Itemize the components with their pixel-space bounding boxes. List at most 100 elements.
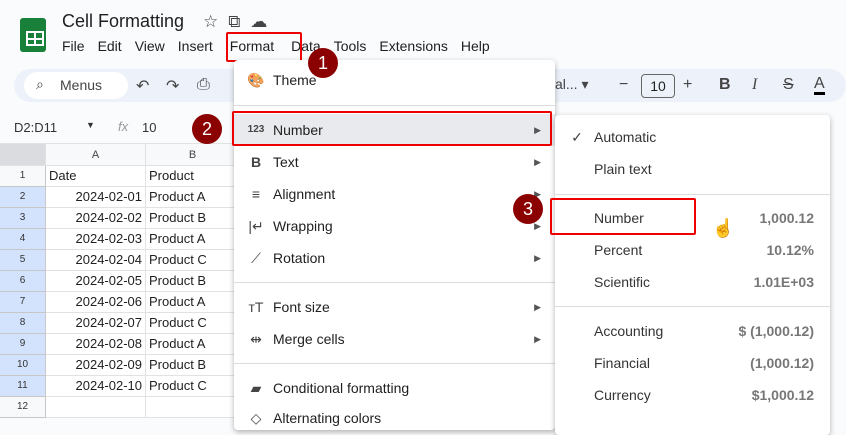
number-highlight [232,111,552,146]
format-example: (1,000.12) [750,355,814,371]
format-menu-item[interactable]: ⟋ Rotation ▶ [234,242,555,274]
format-menu-item[interactable]: |↵ Wrapping ▶ [234,210,555,242]
row-header[interactable]: 2 [0,187,46,208]
row-header[interactable]: 3 [0,208,46,229]
font-size-input[interactable]: 10 [641,74,675,98]
menu-file[interactable]: File [62,38,85,54]
cell-product[interactable]: Product A [146,334,240,355]
cell-product[interactable]: Product B [146,271,240,292]
row-header[interactable]: 9 [0,334,46,355]
menu-item-label: Alternating colors [273,410,382,426]
undo-icon[interactable]: ↶ [136,76,149,96]
cell-date[interactable]: 2024-02-04 [46,250,146,271]
table-row: 5 2024-02-04 Product C [0,250,240,271]
format-menu-item[interactable]: ⇹ Merge cells ▶ [234,323,555,355]
step-badge-3: 3 [513,194,543,224]
cell-date[interactable]: 2024-02-03 [46,229,146,250]
number-format-item[interactable]: Percent 10.12% [555,234,830,266]
cell-date[interactable] [46,397,146,418]
cell-date[interactable]: 2024-02-08 [46,334,146,355]
cell-product[interactable]: Product C [146,313,240,334]
format-menu-item[interactable]: ≡ Alignment ▶ [234,178,555,210]
cell-product[interactable]: Product C [146,250,240,271]
menu-view[interactable]: View [135,38,165,54]
star-icon[interactable]: ☆ [203,12,228,31]
cell-product[interactable] [146,397,240,418]
move-folder-icon[interactable]: ⧉ [228,12,250,31]
number-format-item[interactable]: ✓ Automatic [555,121,830,153]
cell-date[interactable]: 2024-02-07 [46,313,146,334]
cell-product[interactable]: Product [146,166,240,187]
menu-item-label: Wrapping [273,218,333,234]
formula-input[interactable]: 10 [142,120,156,135]
table-row: 3 2024-02-02 Product B [0,208,240,229]
increase-font-icon[interactable]: + [683,76,692,94]
row-header[interactable]: 6 [0,271,46,292]
row-header[interactable]: 7 [0,292,46,313]
decrease-font-icon[interactable]: − [619,76,628,94]
menu-extensions[interactable]: Extensions [379,38,447,54]
menu-divider [234,363,555,364]
menu-edit[interactable]: Edit [98,38,122,54]
table-row: 12 [0,397,240,418]
menu-help[interactable]: Help [461,38,490,54]
cell-date[interactable]: 2024-02-02 [46,208,146,229]
cell-date[interactable]: 2024-02-06 [46,292,146,313]
menus-search[interactable]: ⌕ Menus [24,72,128,99]
column-header-a[interactable]: A [46,143,146,166]
cell-product[interactable]: Product A [146,187,240,208]
number-format-item[interactable]: Currency $1,000.12 [555,379,830,411]
sheets-logo[interactable] [20,18,46,52]
row-header[interactable]: 8 [0,313,46,334]
format-menu-item[interactable]: ◇ Alternating colors [234,402,555,434]
cell-date[interactable]: 2024-02-09 [46,355,146,376]
print-icon[interactable]: ⎙ [197,76,210,94]
format-example: $ (1,000.12) [738,323,815,339]
font-select[interactable]: al... ▾ [555,76,589,93]
row-header[interactable]: 4 [0,229,46,250]
format-example: $1,000.12 [751,387,814,403]
cloud-icon[interactable]: ☁ [250,12,277,31]
cell-product[interactable]: Product A [146,229,240,250]
italic-icon[interactable]: I [752,76,757,94]
format-menu-item[interactable]: B Text ▶ [234,146,555,178]
row-header[interactable]: 1 [0,166,46,187]
doc-title[interactable]: Cell Formatting [62,11,184,32]
cell-product[interactable]: Product C [146,376,240,397]
row-header[interactable]: 5 [0,250,46,271]
format-menu-item[interactable]: ▰ Conditional formatting [234,372,555,404]
strikethrough-icon[interactable]: S [783,76,794,94]
row-header[interactable]: 12 [0,397,46,418]
name-box-dropdown-icon[interactable]: ▼ [86,120,95,130]
column-header-b[interactable]: B [146,143,240,166]
row-header[interactable]: 10 [0,355,46,376]
name-box[interactable]: D2:D11 [14,120,57,135]
number-format-item[interactable]: Accounting $ (1,000.12) [555,315,830,347]
font-size-icon: тT [248,299,264,315]
text-color-icon[interactable]: A [814,76,825,95]
cell-date[interactable]: 2024-02-01 [46,187,146,208]
cell-product[interactable]: Product A [146,292,240,313]
redo-icon[interactable]: ↷ [166,76,179,96]
menu-item-label: Font size [273,299,330,315]
bold-icon[interactable]: B [719,76,731,94]
number-format-item[interactable]: Scientific 1.01E+03 [555,266,830,298]
step-badge-1: 1 [308,48,338,78]
check-icon: ✓ [571,129,583,145]
cell-product[interactable]: Product B [146,355,240,376]
format-menu-item[interactable]: 🎨 Theme [234,64,555,96]
format-menu-item[interactable]: тT Font size ▶ [234,291,555,323]
menu-item-label: Theme [273,72,317,88]
number-format-item[interactable]: Financial (1,000.12) [555,347,830,379]
menu-tools[interactable]: Tools [334,38,367,54]
cell-date[interactable]: 2024-02-05 [46,271,146,292]
cell-date[interactable]: 2024-02-10 [46,376,146,397]
row-header[interactable]: 11 [0,376,46,397]
cell-product[interactable]: Product B [146,208,240,229]
table-row: 11 2024-02-10 Product C [0,376,240,397]
format-label: Scientific [594,274,651,290]
cell-date[interactable]: Date [46,166,146,187]
fx-icon: fx [118,119,129,134]
menu-insert[interactable]: Insert [178,38,213,54]
number-format-item[interactable]: Plain text [555,153,830,185]
